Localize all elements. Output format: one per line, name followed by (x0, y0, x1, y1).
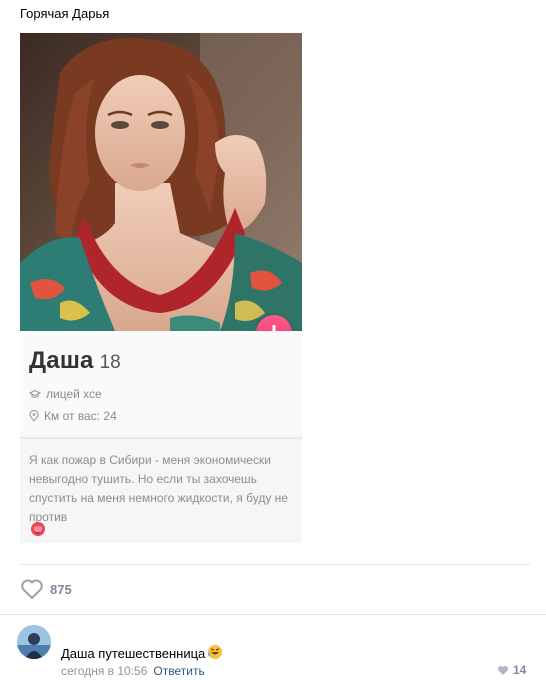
distance-row: Км от вас: 24 (29, 409, 117, 423)
profile-age: 18 (99, 352, 121, 373)
heart-outline-icon (21, 579, 43, 599)
comment-meta: сегодня в 10:56 Ответить (61, 664, 205, 678)
name-row: Даша 18 (29, 347, 121, 375)
profile-photo (20, 33, 302, 331)
tongue-emoji-icon (30, 521, 46, 542)
comment-time[interactable]: сегодня в 10:56 (61, 664, 147, 678)
post-divider (20, 564, 530, 565)
like-button[interactable]: 875 (20, 578, 72, 600)
school-text: лицей хсе (46, 387, 102, 401)
profile-info: Даша 18 лицей хсе Км от вас: 24 (20, 331, 302, 435)
card-divider (20, 437, 302, 439)
comment-body: Даша путешественница (61, 644, 223, 663)
rofl-emoji-icon (207, 644, 223, 663)
profile-name: Даша (29, 347, 94, 374)
comment-text: Даша путешественница (61, 646, 206, 661)
distance-text: Км от вас: 24 (44, 409, 117, 423)
location-pin-icon (29, 410, 39, 422)
profile-card: Даша 18 лицей хсе Км от вас: 24 Я как по… (20, 33, 302, 543)
comment-like-button[interactable]: 14 (497, 663, 526, 677)
graduation-cap-icon (29, 389, 41, 398)
comments-divider (0, 614, 546, 615)
post-author-title[interactable]: Горячая Дарья (20, 6, 109, 21)
profile-bio: Я как пожар в Сибири - меня экономически… (29, 453, 288, 524)
avatar[interactable] (17, 625, 51, 659)
like-count: 875 (50, 581, 72, 597)
reply-link[interactable]: Ответить (153, 664, 204, 678)
heart-icon (497, 665, 509, 675)
school-row: лицей хсе (29, 387, 102, 401)
comment-like-count: 14 (513, 663, 527, 677)
